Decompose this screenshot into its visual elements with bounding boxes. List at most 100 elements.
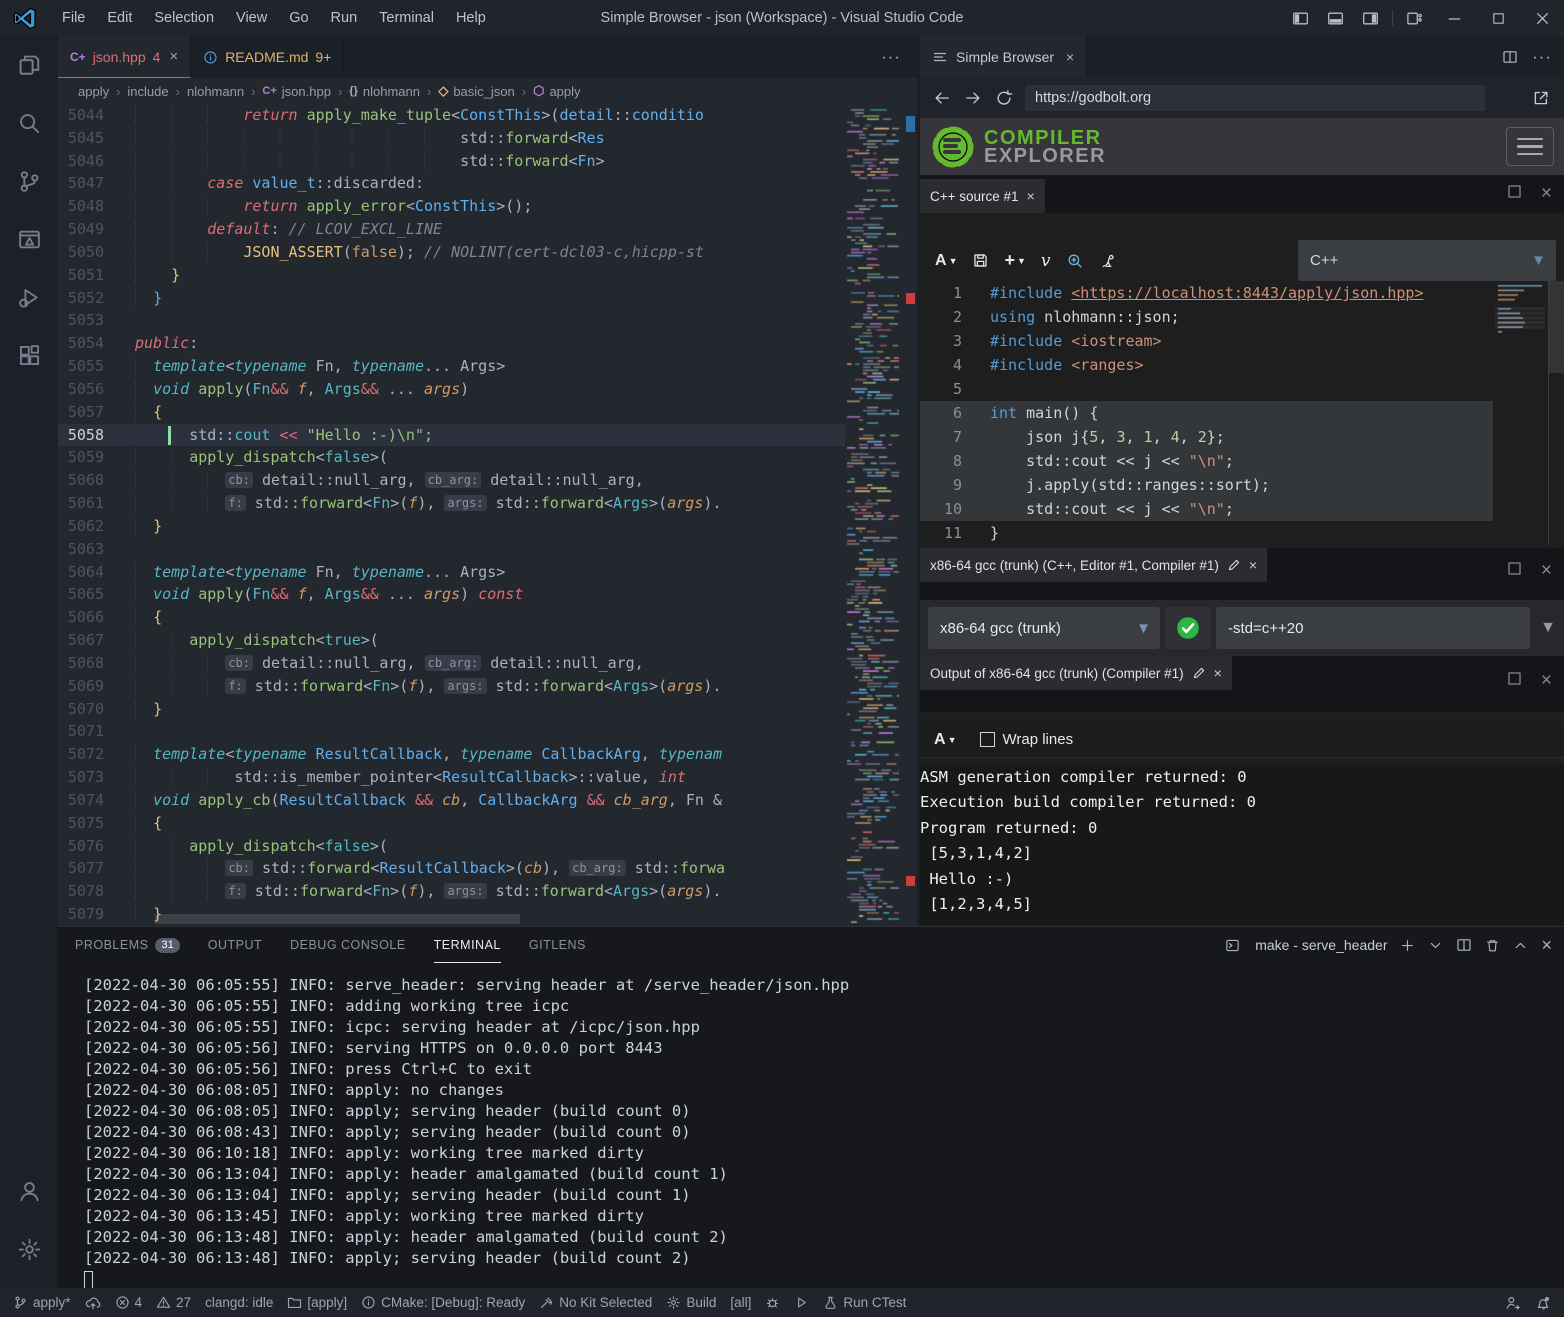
rename-pencil-icon[interactable] xyxy=(1227,558,1241,572)
menu-terminal[interactable]: Terminal xyxy=(368,0,445,36)
code-line[interactable]: 5055 template<typename Fn, typename... A… xyxy=(58,355,845,378)
code-line[interactable]: 5066 { xyxy=(58,606,845,629)
code-line[interactable]: 5048 return apply_error<ConstThis>(); xyxy=(58,195,845,218)
code-line[interactable]: 5072 template<typename ResultCallback, t… xyxy=(58,743,845,766)
code-line[interactable]: 5077 cb: std::forward<ResultCallback>(cb… xyxy=(58,857,845,880)
url-input[interactable]: https://godbolt.org xyxy=(1025,85,1485,111)
browser-code-line[interactable]: 5 xyxy=(920,377,1493,401)
close-icon[interactable]: × xyxy=(1249,557,1257,573)
code-line[interactable]: 5051 } xyxy=(58,264,845,287)
maximize-button[interactable] xyxy=(1476,0,1520,36)
close-tab-icon[interactable]: × xyxy=(1066,49,1074,65)
menu-edit[interactable]: Edit xyxy=(96,0,143,36)
quick-bench-icon[interactable] xyxy=(1099,252,1116,269)
browser-code-line[interactable]: 6int main() { xyxy=(920,401,1493,425)
wrap-lines-checkbox[interactable] xyxy=(980,732,995,747)
code-line[interactable]: 5076 apply_dispatch<false>( xyxy=(58,835,845,858)
breadcrumb-item-json.hpp[interactable]: C+json.hpp xyxy=(262,84,331,99)
toggle-secondary-sidebar-icon[interactable] xyxy=(1353,10,1388,27)
output-pane-tab[interactable]: Output of x86-64 gcc (trunk) (Compiler #… xyxy=(920,656,1232,690)
code-line[interactable]: 5044 return apply_make_tuple<ConstThis>(… xyxy=(58,104,845,127)
close-window-button[interactable] xyxy=(1520,0,1564,36)
forward-icon[interactable] xyxy=(964,89,982,107)
code-line[interactable]: 5075 { xyxy=(58,812,845,835)
status-cmake-debug-ready[interactable]: CMake: [Debug]: Ready xyxy=(354,1288,532,1317)
code-line[interactable]: 5068 cb: detail::null_arg, cb_arg: detai… xyxy=(58,652,845,675)
panel-tab-terminal[interactable]: TERMINAL xyxy=(434,927,501,963)
panel-tab-debug-console[interactable]: DEBUG CONSOLE xyxy=(290,927,406,963)
horizontal-scrollbar[interactable] xyxy=(155,914,520,924)
code-line[interactable]: 5045 std::forward<Res xyxy=(58,127,845,150)
minimize-button[interactable] xyxy=(1432,0,1476,36)
activity-run-debug-icon[interactable] xyxy=(0,268,58,326)
browser-code-line[interactable]: 8 std::cout << j << "\n"; xyxy=(920,449,1493,473)
code-line[interactable]: 5065 void apply(Fn&& f, Args&& ... args)… xyxy=(58,583,845,606)
code-line[interactable]: 5050 JSON_ASSERT(false); // NOLINT(cert-… xyxy=(58,241,845,264)
status-all[interactable]: [all] xyxy=(723,1288,758,1317)
activity-account-icon[interactable] xyxy=(0,1162,58,1220)
status-bug[interactable] xyxy=(758,1288,787,1317)
status-play[interactable] xyxy=(787,1288,816,1317)
browser-code-line[interactable]: 2using nlohmann::json; xyxy=(920,305,1493,329)
activity-extensions-icon[interactable] xyxy=(0,326,58,384)
status-27[interactable]: 27 xyxy=(149,1288,198,1317)
browser-code-line[interactable]: 7 json j{5, 3, 1, 4, 2}; xyxy=(920,425,1493,449)
breadcrumb-item-nlohmann[interactable]: nlohmann xyxy=(187,84,244,99)
activity-settings-icon[interactable] xyxy=(0,1220,58,1278)
code-editor[interactable]: 5044 return apply_make_tuple<ConstThis>(… xyxy=(58,104,917,926)
font-size-button[interactable]: A▼ xyxy=(934,731,956,749)
close-icon[interactable]: × xyxy=(1214,665,1222,681)
menu-selection[interactable]: Selection xyxy=(143,0,225,36)
tab-readme-md[interactable]: README.md 9+ xyxy=(191,36,344,78)
close-tab-icon[interactable]: × xyxy=(169,48,178,65)
code-line[interactable]: 5071 xyxy=(58,720,845,743)
close-icon[interactable]: × xyxy=(1027,188,1035,204)
font-size-button[interactable]: A▼ xyxy=(935,252,957,270)
breadcrumb-item-basic_json[interactable]: ◇basic_json xyxy=(438,83,514,99)
code-line[interactable]: 5060 cb: detail::null_arg, cb_arg: detai… xyxy=(58,469,845,492)
source-pane-tab[interactable]: C++ source #1 × xyxy=(920,179,1045,213)
status-4[interactable]: 4 xyxy=(108,1288,150,1317)
source-code-editor[interactable]: 1#include <https://localhost:8443/apply/… xyxy=(920,281,1564,545)
code-line[interactable]: 5063 xyxy=(58,538,845,561)
code-line[interactable]: 5073 std::is_member_pointer<ResultCallba… xyxy=(58,766,845,789)
vim-mode-icon[interactable]: v xyxy=(1041,251,1051,271)
save-icon[interactable] xyxy=(972,252,989,269)
status-clangd-idle[interactable]: clangd: idle xyxy=(198,1288,280,1317)
code-line[interactable]: 5069 f: std::forward<Fn>(f), args: std::… xyxy=(58,675,845,698)
toggle-sidebar-icon[interactable] xyxy=(1283,10,1318,27)
code-line[interactable]: 5058 std::cout << "Hello :-)\n"; xyxy=(58,424,845,447)
terminal-dropdown-icon[interactable] xyxy=(1428,938,1443,953)
code-line[interactable]: 5049 default: // LCOV_EXCL_LINE xyxy=(58,218,845,241)
tab-json-hpp[interactable]: C+ json.hpp 4 × xyxy=(58,36,191,78)
code-line[interactable]: 5061 f: std::forward<Fn>(f), args: std::… xyxy=(58,492,845,515)
status-feedback[interactable] xyxy=(1498,1288,1528,1317)
browser-code-line[interactable]: 11} xyxy=(920,521,1493,545)
panel-tab-problems[interactable]: PROBLEMS31 xyxy=(75,927,180,963)
menu-run[interactable]: Run xyxy=(320,0,369,36)
code-line[interactable]: 5070 } xyxy=(58,698,845,721)
browser-code-line[interactable]: 3#include <iostream> xyxy=(920,329,1493,353)
maximize-pane-icon[interactable] xyxy=(1506,183,1523,205)
new-terminal-icon[interactable] xyxy=(1400,938,1415,953)
compiler-pane-tab[interactable]: x86-64 gcc (trunk) (C++, Editor #1, Comp… xyxy=(920,548,1267,582)
close-pane-icon[interactable]: × xyxy=(1541,670,1552,692)
code-line[interactable]: 5056 void apply(Fn&& f, Args&& ... args) xyxy=(58,378,845,401)
zoom-search-icon[interactable] xyxy=(1066,252,1084,270)
code-line[interactable]: 5054public: xyxy=(58,332,845,355)
customize-layout-icon[interactable] xyxy=(1397,10,1432,27)
close-pane-icon[interactable]: × xyxy=(1541,560,1552,582)
status-build[interactable]: Build xyxy=(659,1288,723,1317)
minimap[interactable] xyxy=(845,104,905,926)
menu-view[interactable]: View xyxy=(225,0,278,36)
browser-code-line[interactable]: 4#include <ranges> xyxy=(920,353,1493,377)
maximize-pane-icon[interactable] xyxy=(1506,670,1523,692)
tab-simple-browser[interactable]: Simple Browser × xyxy=(920,36,1087,78)
source-minimap[interactable] xyxy=(1495,281,1545,545)
status-cloud[interactable] xyxy=(78,1288,108,1317)
chevron-down-icon[interactable]: ▼ xyxy=(1540,619,1556,637)
maximize-panel-icon[interactable] xyxy=(1513,938,1528,953)
breadcrumb-item-nlohmann[interactable]: {}nlohmann xyxy=(349,84,420,99)
close-panel-icon[interactable]: × xyxy=(1541,935,1552,956)
open-external-icon[interactable] xyxy=(1532,89,1550,107)
